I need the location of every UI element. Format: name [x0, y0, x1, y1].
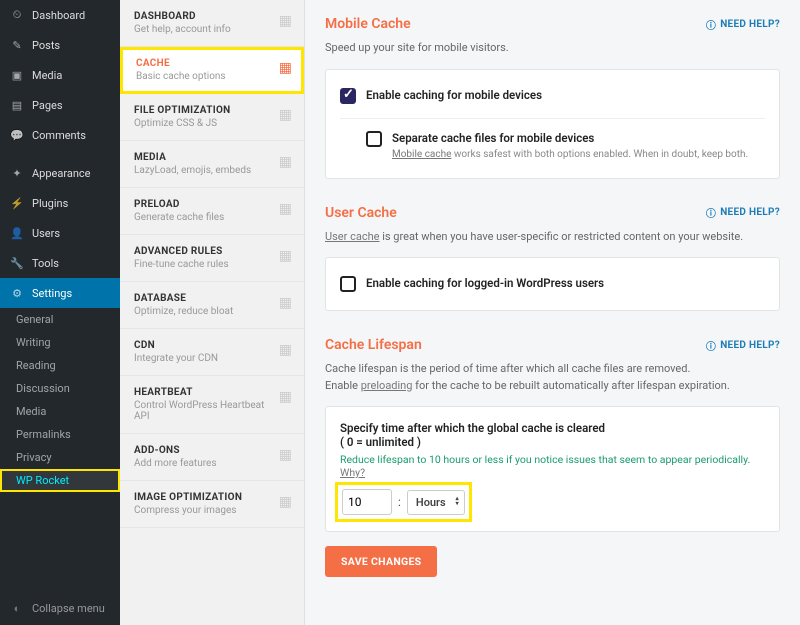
nav-icon: ▦ [279, 295, 292, 311]
wp-menu-comments[interactable]: 💬Comments [0, 120, 120, 150]
help-icon: ⓘ [706, 17, 716, 32]
nav-icon: ▦ [279, 389, 292, 405]
rocket-nav-add-ons[interactable]: ADD-ONSAdd more features▦ [120, 434, 304, 481]
brush-icon: ✦ [10, 166, 24, 180]
lifespan-input-group: : Hours [340, 487, 467, 517]
rocket-nav-preload[interactable]: PRELOADGenerate cache files▦ [120, 188, 304, 235]
speed-icon: ⏲ [10, 8, 24, 22]
media-icon: ▣ [10, 68, 24, 82]
label-lifespan-spec: Specify time after which the global cach… [340, 421, 765, 435]
wp-submenu-general[interactable]: General [0, 308, 120, 331]
wp-menu-appearance[interactable]: ✦Appearance [0, 158, 120, 188]
wp-admin-sidebar: ⏲Dashboard✎Posts▣Media▤Pages💬Comments✦Ap… [0, 0, 120, 625]
wp-submenu-permalinks[interactable]: Permalinks [0, 423, 120, 446]
label-enable-mobile-cache: Enable caching for mobile devices [366, 88, 542, 102]
label-lifespan-sub: ( 0 = unlimited ) [340, 435, 765, 449]
plug-icon: ⚡ [10, 196, 24, 210]
help-icon: ⓘ [706, 205, 716, 220]
rocket-nav-file-optimization[interactable]: FILE OPTIMIZATIONOptimize CSS & JS▦ [120, 94, 304, 141]
nav-icon: ▦ [279, 60, 292, 76]
collapse-menu[interactable]: ◐ Collapse menu [0, 591, 120, 625]
save-changes-button[interactable]: SAVE CHANGES [325, 546, 437, 577]
wp-submenu-writing[interactable]: Writing [0, 331, 120, 354]
gear-icon: ⚙ [10, 286, 24, 300]
wp-menu-pages[interactable]: ▤Pages [0, 90, 120, 120]
nav-icon: ▦ [279, 107, 292, 123]
wp-submenu-wp-rocket[interactable]: WP Rocket [0, 469, 120, 492]
nav-icon: ▦ [279, 154, 292, 170]
wrench-icon: 🔧 [10, 256, 24, 270]
section-title-mobile: Mobile Cache [325, 16, 411, 32]
rocket-nav-dashboard[interactable]: DASHBOARDGet help, account info▦ [120, 0, 304, 47]
section-cache-lifespan: Cache Lifespan ⓘNEED HELP? Cache lifespa… [325, 337, 780, 577]
rocket-settings-nav: DASHBOARDGet help, account info▦CACHEBas… [120, 0, 305, 625]
rocket-nav-cache[interactable]: CACHEBasic cache options▦ [120, 47, 304, 94]
wp-submenu-privacy[interactable]: Privacy [0, 446, 120, 469]
nav-icon: ▦ [279, 13, 292, 29]
nav-icon: ▦ [279, 447, 292, 463]
note-mobile-cache: Mobile cache works safest with both opti… [392, 149, 748, 160]
section-user-cache: User Cache ⓘNEED HELP? User cache is gre… [325, 205, 780, 312]
section-title-user: User Cache [325, 205, 397, 221]
collapse-label: Collapse menu [32, 602, 105, 615]
section-desc: Speed up your site for mobile visitors. [325, 40, 780, 57]
page-icon: ▤ [10, 98, 24, 112]
rocket-nav-image-optimization[interactable]: IMAGE OPTIMIZATIONCompress your images▦ [120, 481, 304, 528]
link-preloading[interactable]: preloading [361, 379, 413, 392]
section-title-lifespan: Cache Lifespan [325, 337, 422, 353]
wp-submenu-discussion[interactable]: Discussion [0, 377, 120, 400]
hint-lifespan: Reduce lifespan to 10 hours or less if y… [340, 453, 765, 479]
label-enable-user-cache: Enable caching for logged-in WordPress u… [366, 276, 604, 290]
nav-icon: ▦ [279, 342, 292, 358]
wp-submenu-media[interactable]: Media [0, 400, 120, 423]
settings-main: Mobile Cache ⓘNEED HELP? Speed up your s… [305, 0, 800, 625]
wp-submenu-reading[interactable]: Reading [0, 354, 120, 377]
rocket-nav-media[interactable]: MEDIALazyLoad, emojis, embeds▦ [120, 141, 304, 188]
wp-menu-dashboard[interactable]: ⏲Dashboard [0, 0, 120, 30]
nav-icon: ▦ [279, 248, 292, 264]
help-icon: ⓘ [706, 338, 716, 353]
nav-icon: ▦ [279, 201, 292, 217]
checkbox-separate-mobile-cache[interactable] [366, 131, 382, 147]
need-help-link[interactable]: ⓘNEED HELP? [706, 205, 780, 220]
wp-menu-tools[interactable]: 🔧Tools [0, 248, 120, 278]
rocket-nav-cdn[interactable]: CDNIntegrate your CDN▦ [120, 329, 304, 376]
collapse-icon: ◐ [10, 601, 24, 615]
label-separate-mobile-cache: Separate cache files for mobile devices [392, 131, 748, 145]
checkbox-enable-mobile-cache[interactable] [340, 88, 356, 104]
checkbox-enable-user-cache[interactable] [340, 276, 356, 292]
comment-icon: 💬 [10, 128, 24, 142]
section-desc: Cache lifespan is the period of time aft… [325, 361, 780, 394]
need-help-link[interactable]: ⓘNEED HELP? [706, 338, 780, 353]
link-why[interactable]: Why? [340, 466, 365, 479]
wp-menu-users[interactable]: 👤Users [0, 218, 120, 248]
wp-menu-media[interactable]: ▣Media [0, 60, 120, 90]
link-user-cache-docs[interactable]: User cache [325, 230, 380, 243]
nav-icon: ▦ [279, 494, 292, 510]
user-icon: 👤 [10, 226, 24, 240]
rocket-nav-advanced-rules[interactable]: ADVANCED RULESFine-tune cache rules▦ [120, 235, 304, 282]
section-mobile-cache: Mobile Cache ⓘNEED HELP? Speed up your s… [325, 16, 780, 179]
lifespan-unit-select[interactable]: Hours [407, 490, 465, 515]
wp-menu-settings[interactable]: ⚙Settings [0, 278, 120, 308]
need-help-link[interactable]: ⓘNEED HELP? [706, 17, 780, 32]
section-desc: User cache is great when you have user-s… [325, 229, 780, 246]
lifespan-value-input[interactable] [342, 489, 392, 515]
wp-menu-posts[interactable]: ✎Posts [0, 30, 120, 60]
wp-menu-plugins[interactable]: ⚡Plugins [0, 188, 120, 218]
rocket-nav-heartbeat[interactable]: HEARTBEATControl WordPress Heartbeat API… [120, 376, 304, 434]
link-mobile-cache-docs[interactable]: Mobile cache [392, 149, 451, 160]
pin-icon: ✎ [10, 38, 24, 52]
rocket-nav-database[interactable]: DATABASEOptimize, reduce bloat▦ [120, 282, 304, 329]
